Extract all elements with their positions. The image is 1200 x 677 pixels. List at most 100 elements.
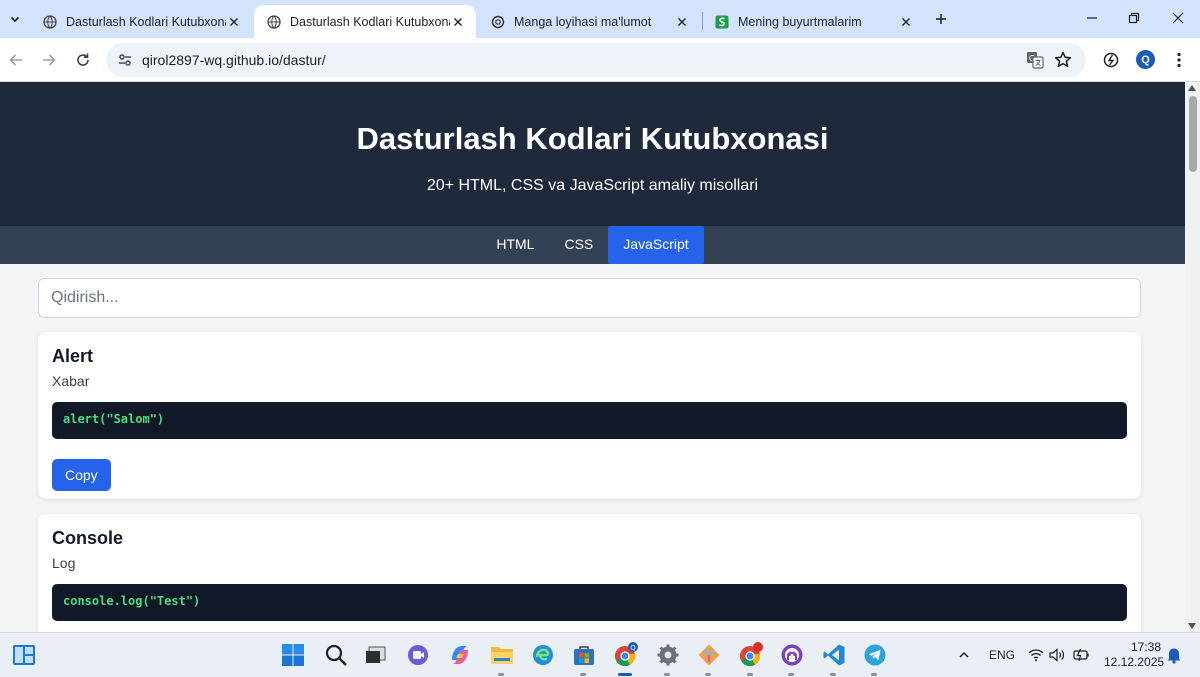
browser-tab-active[interactable]: Dasturlash Kodlari Kutubxonasi xyxy=(254,5,476,38)
edge-app[interactable] xyxy=(529,641,557,669)
clock-time[interactable]: 17:38 xyxy=(1131,640,1161,654)
browser-tab[interactable]: Dasturlash Kodlari Kutubxonasi xyxy=(30,5,252,38)
input-language[interactable]: ENG xyxy=(989,648,1015,662)
running-indicator xyxy=(871,673,877,676)
back-button[interactable] xyxy=(4,48,28,72)
github-desktop-icon xyxy=(781,644,803,666)
minimize-button[interactable] xyxy=(1071,0,1113,36)
chrome-app-active[interactable]: Q xyxy=(612,641,640,669)
file-explorer-icon xyxy=(491,647,513,664)
tab-title: Dasturlash Kodlari Kutubxonasi xyxy=(66,14,226,29)
tab-title: Manga loyihasi ma'lumot xyxy=(514,14,652,29)
meet-icon xyxy=(408,645,428,665)
scrollbar-thumb[interactable] xyxy=(1189,96,1197,172)
browser-menu-button[interactable] xyxy=(1168,49,1190,71)
task-view-button[interactable] xyxy=(362,641,390,669)
site-settings-icon[interactable] xyxy=(116,51,134,69)
profile-avatar[interactable]: Q xyxy=(1136,50,1155,69)
bell-icon xyxy=(1167,648,1181,664)
category-nav: HTML CSS JavaScript xyxy=(0,226,1185,264)
code-block: alert("Salom") xyxy=(52,402,1127,439)
search-input[interactable] xyxy=(38,278,1141,318)
copy-button[interactable]: Copy xyxy=(52,459,111,491)
battery-charging-icon xyxy=(1073,648,1089,662)
browser-tab[interactable]: Manga loyihasi ma'lumot xyxy=(478,5,700,38)
widgets-button[interactable] xyxy=(10,641,38,669)
restore-icon xyxy=(1128,12,1140,24)
chrome-profile-badge: Q xyxy=(630,644,636,652)
search-icon xyxy=(325,644,347,666)
notifications-button[interactable] xyxy=(1163,641,1185,669)
tab-title: Dasturlash Kodlari Kutubxonasi xyxy=(290,14,450,29)
nav-html[interactable]: HTML xyxy=(481,226,549,264)
git-app[interactable] xyxy=(695,641,723,669)
battery-status[interactable] xyxy=(1070,641,1092,669)
telegram-app[interactable] xyxy=(861,641,889,669)
more-vertical-icon xyxy=(1177,52,1181,68)
running-indicator xyxy=(705,673,711,676)
nav-css[interactable]: CSS xyxy=(549,226,608,264)
card-description: Xabar xyxy=(52,373,90,389)
file-explorer-app[interactable] xyxy=(488,641,516,669)
url-text: qirol2897-wq.github.io/dastur/ xyxy=(142,52,326,68)
close-tab-icon[interactable] xyxy=(226,14,242,30)
volume-status[interactable] xyxy=(1048,641,1068,669)
running-indicator xyxy=(498,673,504,676)
tab-title: Mening buyurtmalarim xyxy=(738,14,862,29)
vscode-icon xyxy=(823,644,845,666)
translate-icon[interactable]: G xyxy=(1026,51,1044,69)
copilot-icon xyxy=(452,646,468,664)
start-icon xyxy=(282,644,304,666)
nav-javascript[interactable]: JavaScript xyxy=(608,226,704,264)
chrome-profile-app[interactable] xyxy=(737,641,765,669)
clock-date[interactable]: 12.12.2025 xyxy=(1104,655,1164,669)
meet-app[interactable] xyxy=(404,641,432,669)
performance-button[interactable] xyxy=(1100,49,1122,71)
close-tab-icon[interactable] xyxy=(450,14,466,30)
vscode-app[interactable] xyxy=(820,641,848,669)
copilot-app[interactable] xyxy=(446,641,474,669)
site-header: Dasturlash Kodlari Kutubxonasi 20+ HTML,… xyxy=(0,82,1185,226)
browser-tab[interactable]: Mening buyurtmalarim xyxy=(702,5,924,38)
taskbar-search-button[interactable] xyxy=(322,641,350,669)
arrow-right-icon xyxy=(43,54,56,66)
page-title: Dasturlash Kodlari Kutubxonasi xyxy=(356,121,829,156)
reload-button[interactable] xyxy=(71,48,95,72)
tab-search-button[interactable] xyxy=(4,8,26,30)
store-app[interactable] xyxy=(570,641,598,669)
page-scrollbar[interactable] xyxy=(1185,82,1200,632)
widgets-icon xyxy=(13,645,35,665)
settings-icon xyxy=(657,644,679,666)
snippet-card: Alert Xabar alert("Salom") Copy xyxy=(38,332,1141,499)
close-tab-icon[interactable] xyxy=(674,14,690,30)
taskbar: Q ENG 17:38 12.12.2025 xyxy=(0,632,1200,677)
new-tab-button[interactable] xyxy=(930,8,952,30)
store-icon xyxy=(574,646,594,665)
restore-button[interactable] xyxy=(1113,0,1155,36)
code-block: console.log("Test") xyxy=(52,584,1127,621)
running-indicator xyxy=(747,673,753,676)
running-indicator xyxy=(788,673,794,676)
start-button[interactable] xyxy=(279,641,307,669)
running-indicator-active xyxy=(618,673,632,676)
github-desktop-app[interactable] xyxy=(778,641,806,669)
close-window-button[interactable] xyxy=(1157,0,1199,36)
chatgpt-icon xyxy=(490,14,506,30)
running-indicator xyxy=(830,673,836,676)
chrome-icon: Q xyxy=(615,642,638,667)
tray-overflow-button[interactable] xyxy=(952,641,976,669)
settings-app[interactable] xyxy=(654,641,682,669)
scroll-up-arrow-icon[interactable] xyxy=(1188,85,1196,91)
chrome-profile-icon xyxy=(740,642,763,667)
performance-icon xyxy=(1103,52,1119,68)
wifi-icon xyxy=(1028,649,1044,662)
card-title: Console xyxy=(52,528,124,548)
wifi-status[interactable] xyxy=(1026,641,1046,669)
address-bar[interactable]: qirol2897-wq.github.io/dastur/ G xyxy=(106,43,1086,77)
forward-button[interactable] xyxy=(37,48,61,72)
page-viewport: Dasturlash Kodlari Kutubxonasi 20+ HTML,… xyxy=(0,82,1185,632)
close-tab-icon[interactable] xyxy=(898,14,914,30)
bookmark-star-icon[interactable] xyxy=(1053,50,1073,70)
globe-icon xyxy=(266,14,282,30)
scroll-down-arrow-icon[interactable] xyxy=(1188,623,1196,629)
